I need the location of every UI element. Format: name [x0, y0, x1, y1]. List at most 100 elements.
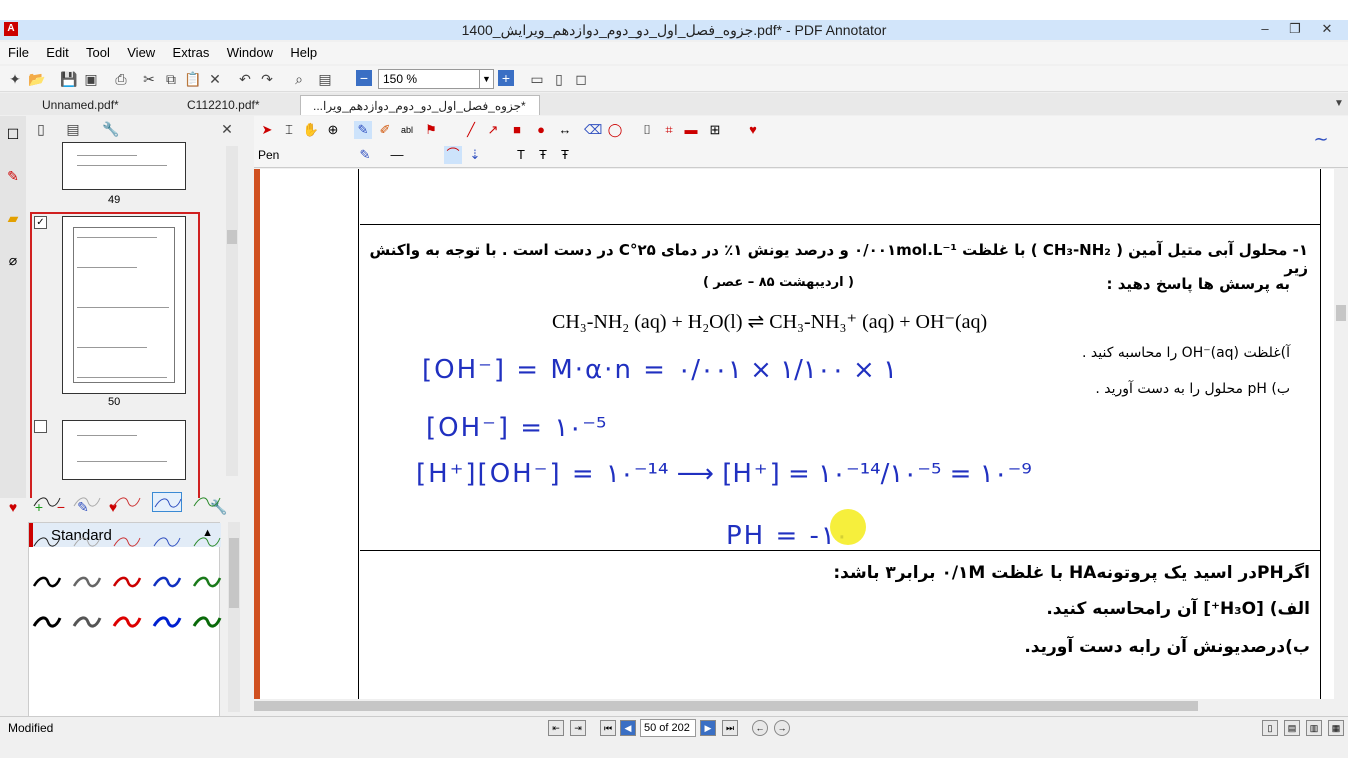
view-options-icon[interactable]: ▤ [64, 120, 82, 138]
cut-icon[interactable]: ✂ [140, 70, 158, 88]
chevron-down-icon[interactable]: ▼ [479, 70, 493, 88]
pen-swatch[interactable] [192, 532, 222, 552]
pen-swatch[interactable] [32, 492, 62, 512]
tab-current-document[interactable]: ...جزوه_فصل_اول_دو_دوم_دوازدهم_ویرا* [300, 95, 540, 115]
ellipse-icon[interactable]: ● [532, 121, 550, 139]
forward-icon[interactable]: → [774, 720, 790, 736]
undo-icon[interactable]: ↶ [236, 70, 254, 88]
pen-tool-icon[interactable]: ✎ [354, 121, 372, 139]
text-style-icon[interactable]: T [512, 146, 530, 164]
pen-scrollbar-handle[interactable] [229, 538, 239, 608]
close-panel-icon[interactable]: ✕ [218, 120, 236, 138]
pressure-icon[interactable]: ⇣ [466, 146, 484, 164]
tab-list-icon[interactable]: ▼ [1330, 95, 1348, 113]
line-width-icon[interactable]: — [388, 146, 406, 164]
last-page-icon[interactable]: ⏭ [722, 720, 738, 736]
horizontal-scrollbar[interactable] [254, 699, 1348, 713]
prev-page-history-icon[interactable]: ⇤ [548, 720, 564, 736]
fullscreen-icon[interactable]: ◻ [572, 70, 590, 88]
measure-icon[interactable]: ↔ [556, 121, 574, 139]
menu-extras[interactable]: Extras [165, 42, 216, 60]
menu-edit[interactable]: Edit [38, 42, 74, 60]
copy-icon[interactable]: ⧉ [162, 70, 180, 88]
page-setup-icon[interactable]: ▤ [316, 70, 334, 88]
save-as-icon[interactable]: ▣ [82, 70, 100, 88]
strikethrough-icon[interactable]: Ŧ [556, 146, 574, 164]
next-page-icon[interactable]: ▶ [700, 720, 716, 736]
pen-scrollbar[interactable] [228, 522, 240, 712]
pen-swatch[interactable] [112, 612, 142, 632]
select-text-icon[interactable]: ⌶ [280, 121, 298, 139]
continuous-view-icon[interactable]: ▤ [1284, 720, 1300, 736]
marker-icon[interactable]: ✐ [376, 121, 394, 139]
pen-swatch[interactable] [112, 492, 142, 512]
previous-page-icon[interactable]: ◀ [620, 720, 636, 736]
tab-c112210[interactable]: C112210.pdf* [175, 95, 272, 115]
pen-swatch[interactable] [72, 572, 102, 592]
pen-swatch[interactable] [32, 572, 62, 592]
print-icon[interactable]: ⎙ [112, 70, 130, 88]
rectangle-icon[interactable]: ■ [508, 121, 526, 139]
single-page-view-icon[interactable]: ▯ [1262, 720, 1278, 736]
two-page-view-icon[interactable]: ▥ [1306, 720, 1322, 736]
close-icon[interactable]: ✕ [1312, 20, 1342, 38]
open-folder-icon[interactable]: 📂 [28, 70, 46, 88]
horizontal-scrollbar-handle[interactable] [254, 701, 1198, 711]
pen-swatch[interactable] [152, 612, 182, 632]
thumb-select-checkbox-51[interactable] [34, 420, 47, 433]
pen-swatch[interactable] [32, 612, 62, 632]
folder-icon[interactable]: ▰ [4, 210, 22, 228]
freehand-curve-icon[interactable]: ⌒ [444, 146, 462, 164]
arrow-tool-icon[interactable]: ↗ [484, 121, 502, 139]
save-icon[interactable]: 💾 [60, 70, 78, 88]
menu-tool[interactable]: Tool [78, 42, 116, 60]
pdf-page[interactable]: ۱- محلول آبی متیل آمین ( CH₃-NH₂ ) با غل… [260, 169, 1334, 699]
select-arrow-icon[interactable]: ➤ [258, 121, 276, 139]
pen-swatch[interactable] [112, 532, 142, 552]
textbox-tool-icon[interactable]: abl [398, 121, 416, 139]
thumb-scrollbar-handle[interactable] [227, 230, 237, 244]
pen-swatch[interactable] [152, 492, 182, 512]
document-viewport[interactable]: ۱- محلول آبی متیل آمین ( CH₃-NH₂ ) با غل… [254, 169, 1334, 699]
fit-page-icon[interactable]: ▭ [528, 70, 546, 88]
attachment-icon[interactable]: ⌀ [4, 252, 22, 270]
next-page-history-icon[interactable]: ⇥ [570, 720, 586, 736]
vertical-scrollbar-handle[interactable] [1336, 305, 1346, 321]
menu-window[interactable]: Window [219, 42, 279, 60]
page-thumbnail-51[interactable] [62, 420, 186, 480]
pen-icon[interactable]: ✎ [4, 168, 22, 186]
pen-swatch[interactable] [192, 612, 222, 632]
pen-swatch[interactable] [112, 572, 142, 592]
line-icon[interactable]: ╱ [462, 121, 480, 139]
minimize-icon[interactable]: – [1250, 20, 1280, 38]
restore-icon[interactable]: ❐ [1280, 20, 1310, 38]
pen-swatch[interactable] [72, 612, 102, 632]
checkbox-icon[interactable]: ☐ [4, 126, 22, 144]
favorites-heart-icon[interactable]: ♥ [744, 121, 762, 139]
stamp-icon[interactable]: ⚑ [422, 121, 440, 139]
wrench-icon[interactable]: 🔧 [102, 120, 120, 138]
pen-swatch[interactable] [32, 532, 62, 552]
two-page-continuous-view-icon[interactable]: ▦ [1328, 720, 1344, 736]
new-icon[interactable]: ✦ [6, 70, 24, 88]
first-page-icon[interactable]: ⏮ [600, 720, 616, 736]
paste-icon[interactable]: 📋 [184, 70, 202, 88]
pen-color-icon[interactable]: ✎ [356, 146, 374, 164]
menu-file[interactable]: File [0, 42, 35, 60]
back-icon[interactable]: ← [752, 720, 768, 736]
menu-help[interactable]: Help [282, 42, 323, 60]
heart-icon[interactable]: ♥ [4, 498, 22, 516]
camera-icon[interactable]: ⌷ [638, 121, 656, 139]
pen-swatch[interactable] [152, 532, 182, 552]
delete-icon[interactable]: ✕ [206, 70, 224, 88]
fit-width-icon[interactable]: ▯ [550, 70, 568, 88]
zoom-in-icon[interactable]: + [498, 70, 514, 86]
page-thumbnail-50[interactable] [62, 216, 186, 394]
page-icon[interactable]: ▯ [32, 120, 50, 138]
ruler-icon[interactable]: ▬ [682, 121, 700, 139]
crop-icon[interactable]: ⌗ [660, 121, 678, 139]
tab-unnamed[interactable]: Unnamed.pdf* [30, 95, 131, 115]
redo-icon[interactable]: ↷ [258, 70, 276, 88]
magnifier-icon[interactable]: ⊕ [324, 121, 342, 139]
eraser-icon[interactable]: ⌫ [584, 121, 602, 139]
